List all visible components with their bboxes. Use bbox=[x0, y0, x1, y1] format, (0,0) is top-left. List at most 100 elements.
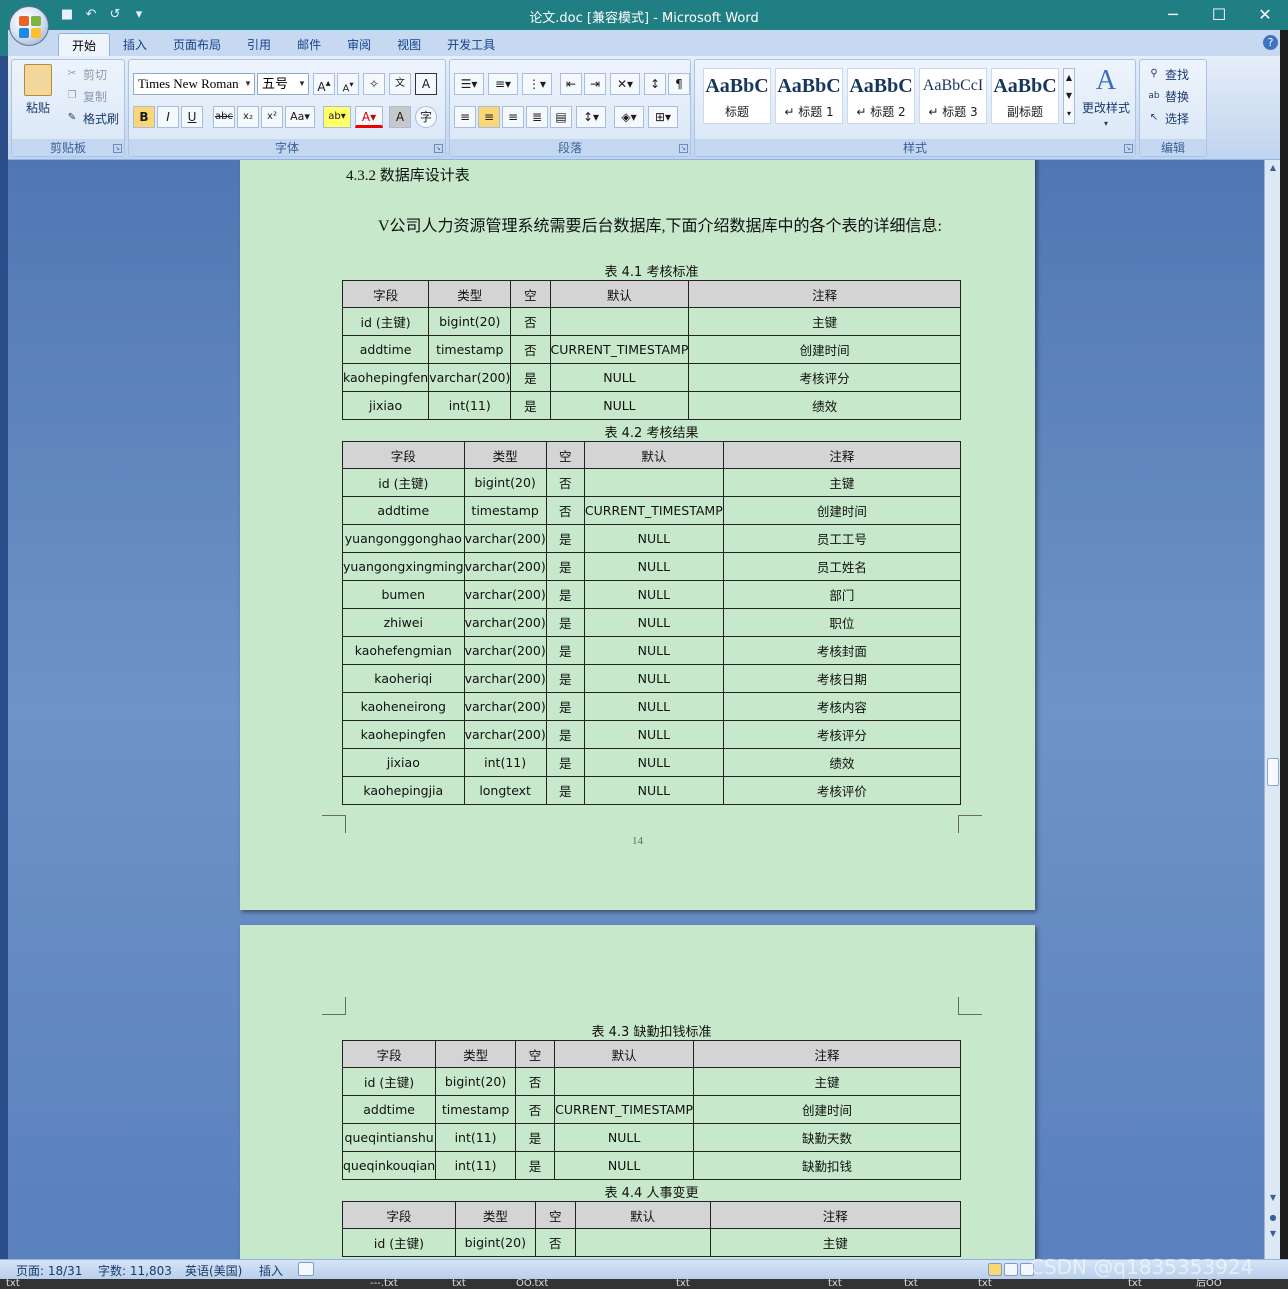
taskbar-item[interactable]: txt bbox=[6, 1279, 20, 1289]
replace-button[interactable]: ab 替换 bbox=[1146, 88, 1189, 105]
table-cell: 考核评价 bbox=[722, 776, 962, 805]
taskbar-item[interactable]: txt bbox=[676, 1279, 690, 1289]
table-cell: 是 bbox=[545, 552, 585, 581]
shading-button[interactable]: ◈▾ bbox=[614, 106, 644, 128]
grow-font-button[interactable]: A▴ bbox=[313, 73, 335, 95]
underline-button[interactable]: U bbox=[181, 106, 203, 128]
paragraph-group-label: 段落 bbox=[450, 139, 690, 156]
help-icon[interactable]: ? bbox=[1263, 35, 1278, 50]
word-count[interactable]: 字数: 11,803 bbox=[98, 1262, 172, 1279]
style-item[interactable]: AaBbCcI ↵ 标题 3 bbox=[919, 68, 987, 124]
style-item[interactable]: AaBbC ↵ 标题 1 bbox=[775, 68, 843, 124]
macro-record-icon[interactable] bbox=[298, 1262, 314, 1276]
show-marks-button[interactable]: ¶ bbox=[668, 73, 690, 95]
font-size-combo[interactable]: 五号 ▼ bbox=[257, 73, 309, 95]
taskbar-item[interactable]: OO.txt bbox=[516, 1279, 548, 1289]
clipboard-launcher-icon[interactable]: ↘ bbox=[113, 144, 122, 153]
char-border-button[interactable]: A bbox=[415, 73, 437, 95]
ribbon-tab[interactable]: 引用 bbox=[234, 33, 284, 57]
find-button[interactable]: ⚲ 查找 bbox=[1146, 66, 1189, 83]
ribbon-tab[interactable]: 开发工具 bbox=[434, 33, 508, 57]
superscript-button[interactable]: x² bbox=[261, 106, 283, 128]
taskbar-item[interactable]: txt bbox=[1128, 1279, 1142, 1289]
window-title: 论文.doc [兼容模式] - Microsoft Word bbox=[529, 11, 759, 26]
change-styles-button[interactable]: A 更改样式 ▾ bbox=[1079, 66, 1133, 129]
taskbar-item[interactable]: 后OO bbox=[1196, 1279, 1222, 1289]
sort-button[interactable]: ↕ bbox=[644, 73, 666, 95]
minimize-button[interactable]: ─ bbox=[1150, 0, 1196, 30]
multilevel-list-button[interactable]: ⋮▾ bbox=[522, 73, 552, 95]
char-shading-button[interactable]: A bbox=[389, 106, 411, 128]
ribbon-tab[interactable]: 插入 bbox=[110, 33, 160, 57]
vertical-scrollbar[interactable]: ▲ ▼ ● ▼ bbox=[1264, 160, 1280, 1259]
taskbar-item[interactable]: txt bbox=[904, 1279, 918, 1289]
borders-button[interactable]: ⊞▾ bbox=[648, 106, 678, 128]
font-color-button[interactable]: A▾ bbox=[355, 106, 383, 128]
align-center-button[interactable]: ≡ bbox=[478, 106, 500, 128]
table-cell: NULL bbox=[549, 363, 690, 392]
style-item[interactable]: AaBbC ↵ 标题 2 bbox=[847, 68, 915, 124]
scroll-up-icon[interactable]: ▲ bbox=[1265, 160, 1281, 176]
table-cell: 部门 bbox=[722, 580, 962, 609]
ribbon-tab[interactable]: 开始 bbox=[58, 33, 111, 57]
font-name-combo[interactable]: Times New Roman ▼ bbox=[133, 73, 255, 95]
next-page-icon[interactable]: ▼ bbox=[1265, 1226, 1281, 1242]
print-layout-icon[interactable] bbox=[988, 1263, 1002, 1276]
prev-page-icon[interactable]: ● bbox=[1265, 1210, 1281, 1226]
distributed-button[interactable]: ▤ bbox=[550, 106, 572, 128]
page-indicator[interactable]: 页面: 18/31 bbox=[16, 1262, 82, 1279]
taskbar-item[interactable]: txt bbox=[828, 1279, 842, 1289]
ribbon-tab[interactable]: 视图 bbox=[384, 33, 434, 57]
enclose-char-button[interactable]: 字 bbox=[415, 106, 437, 128]
subscript-button[interactable]: x₂ bbox=[237, 106, 259, 128]
format-painter-button[interactable]: ✎ 格式刷 bbox=[64, 110, 119, 127]
decrease-indent-button[interactable]: ⇤ bbox=[560, 73, 582, 95]
highlight-button[interactable]: ab▾ bbox=[323, 106, 351, 128]
scroll-thumb[interactable] bbox=[1267, 758, 1279, 786]
taskbar-item[interactable]: ---.txt bbox=[370, 1279, 398, 1289]
close-button[interactable]: ✕ bbox=[1242, 0, 1288, 30]
ribbon-tab[interactable]: 审阅 bbox=[334, 33, 384, 57]
style-item[interactable]: AaBbC 标题 bbox=[703, 68, 771, 124]
ribbon-tab[interactable]: 页面布局 bbox=[160, 33, 234, 57]
table-cell: 是 bbox=[545, 776, 585, 805]
insert-mode[interactable]: 插入 bbox=[259, 1262, 283, 1279]
language-indicator[interactable]: 英语(美国) bbox=[185, 1262, 242, 1279]
justify-button[interactable]: ≣ bbox=[526, 106, 548, 128]
style-item[interactable]: AaBbC 副标题 bbox=[991, 68, 1059, 124]
bullets-button[interactable]: ☰▾ bbox=[454, 73, 484, 95]
document-area[interactable]: 4.3.2 数据库设计表 V公司人力资源管理系统需要后台数据库,下面介绍数据库中… bbox=[8, 160, 1264, 1259]
maximize-button[interactable]: ☐ bbox=[1196, 0, 1242, 30]
table-cell: varchar(200) bbox=[463, 692, 547, 721]
select-button[interactable]: ↖ 选择 bbox=[1146, 110, 1189, 127]
font-launcher-icon[interactable]: ↘ bbox=[434, 144, 443, 153]
full-screen-reading-icon[interactable] bbox=[1004, 1263, 1018, 1276]
line-spacing-button[interactable]: ↕▾ bbox=[576, 106, 606, 128]
chinese-layout-button[interactable]: ✕▾ bbox=[610, 73, 640, 95]
table-cell: varchar(200) bbox=[463, 524, 547, 553]
taskbar-item[interactable]: txt bbox=[452, 1279, 466, 1289]
ribbon-tab[interactable]: 邮件 bbox=[284, 33, 334, 57]
align-right-button[interactable]: ≡ bbox=[502, 106, 524, 128]
align-left-button[interactable]: ≡ bbox=[454, 106, 476, 128]
copy-button[interactable]: ❐ 复制 bbox=[64, 88, 108, 105]
phonetic-guide-button[interactable]: 文 bbox=[389, 73, 411, 95]
paste-button[interactable]: 粘贴 bbox=[18, 64, 58, 116]
cut-button[interactable]: ✂ 剪切 bbox=[64, 66, 107, 83]
strikethrough-button[interactable]: abc bbox=[213, 106, 235, 128]
styles-launcher-icon[interactable]: ↘ bbox=[1124, 144, 1133, 153]
table-cell: 是 bbox=[545, 692, 585, 721]
taskbar-item[interactable]: txt bbox=[978, 1279, 992, 1289]
copy-label: 复制 bbox=[83, 90, 108, 104]
office-button[interactable] bbox=[9, 6, 49, 46]
scroll-down-icon[interactable]: ▼ bbox=[1265, 1190, 1281, 1206]
italic-button[interactable]: I bbox=[157, 106, 179, 128]
bold-button[interactable]: B bbox=[133, 106, 155, 128]
numbering-button[interactable]: ≡▾ bbox=[488, 73, 518, 95]
clear-format-button[interactable]: ✧ bbox=[363, 73, 385, 95]
change-case-button[interactable]: Aa▾ bbox=[285, 106, 315, 128]
shrink-font-button[interactable]: A▾ bbox=[337, 73, 359, 95]
paragraph-launcher-icon[interactable]: ↘ bbox=[679, 144, 688, 153]
gallery-scroll[interactable]: ▲ ▼ ▾ bbox=[1063, 68, 1075, 124]
increase-indent-button[interactable]: ⇥ bbox=[584, 73, 606, 95]
